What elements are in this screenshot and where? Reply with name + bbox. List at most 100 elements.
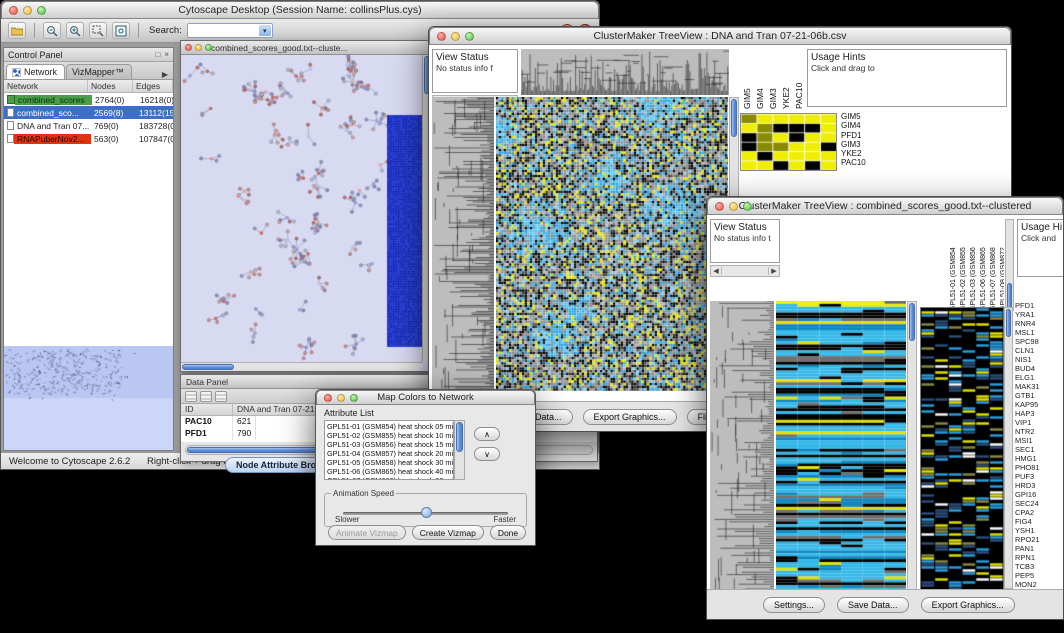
zoom-selected-icon[interactable] bbox=[89, 22, 107, 39]
column-edges[interactable]: Edges bbox=[133, 80, 173, 92]
search-dropdown-icon[interactable]: ▾ bbox=[259, 25, 271, 36]
network-name: combined_sco... bbox=[14, 108, 91, 118]
attribute-item[interactable]: GPL51-01 (GSM854) heat shock 05 min bbox=[327, 422, 451, 431]
move-down-button[interactable]: ∨ bbox=[474, 447, 500, 461]
network-view-titlebar[interactable]: combined_scores_good.txt--cluste... bbox=[181, 41, 431, 55]
usage-hints-title: Usage Hints bbox=[811, 52, 1003, 63]
scroll-right-icon[interactable]: ▶ bbox=[768, 267, 779, 275]
overview-row-labels: GIM5GIM4PFD1GIM3YKE2PAC10 bbox=[841, 112, 881, 172]
network-graph-canvas[interactable] bbox=[181, 55, 422, 364]
close-icon[interactable] bbox=[185, 44, 192, 51]
gene-list-scrollbar[interactable] bbox=[1004, 307, 1013, 589]
column-label: GPL51-02 (GSM855 bbox=[960, 219, 967, 311]
maximize-icon[interactable] bbox=[37, 6, 46, 15]
open-session-icon[interactable] bbox=[8, 22, 26, 39]
main-titlebar[interactable]: Cytoscape Desktop (Session Name: collins… bbox=[1, 1, 599, 19]
column-id[interactable]: ID bbox=[181, 404, 233, 415]
tab-vizmapper[interactable]: VizMapper™ bbox=[66, 64, 132, 79]
global-overview-heatmap[interactable] bbox=[740, 113, 837, 171]
slider-thumb[interactable] bbox=[421, 507, 432, 518]
close-icon[interactable] bbox=[324, 394, 332, 402]
network-color-swatch bbox=[7, 95, 15, 104]
gene-label: YRA1 bbox=[1015, 310, 1063, 319]
treeview-button[interactable]: Export Graphics... bbox=[583, 409, 677, 425]
move-up-button[interactable]: ∧ bbox=[474, 427, 500, 441]
column-label-scrollbar[interactable] bbox=[1005, 219, 1014, 311]
treeview-button[interactable]: Save Data... bbox=[837, 597, 909, 613]
close-icon[interactable] bbox=[9, 6, 18, 15]
column-nodes[interactable]: Nodes bbox=[88, 80, 133, 92]
treeview-button[interactable]: Settings... bbox=[763, 597, 825, 613]
zoom-out-icon[interactable] bbox=[43, 22, 61, 39]
animate-vizmap-button[interactable]: Animate Vizmap bbox=[328, 525, 406, 540]
select-attributes-icon[interactable] bbox=[185, 391, 197, 402]
expression-heatmap[interactable] bbox=[496, 97, 728, 391]
close-icon[interactable] bbox=[715, 202, 724, 211]
close-panel-icon[interactable]: × bbox=[164, 50, 169, 59]
attribute-list-scrollbar[interactable] bbox=[454, 420, 465, 480]
attribute-list[interactable]: GPL51-01 (GSM854) heat shock 05 minGPL51… bbox=[324, 420, 454, 480]
maximize-icon[interactable] bbox=[465, 32, 474, 41]
minimize-icon[interactable] bbox=[451, 32, 460, 41]
dialog-titlebar[interactable]: Map Colors to Network bbox=[316, 390, 535, 405]
dialog-button-bar: Animate Vizmap Create Vizmap Done bbox=[316, 525, 535, 540]
search-input[interactable]: ▾ bbox=[187, 23, 273, 38]
network-edges: 16218(0) bbox=[137, 95, 173, 105]
gene-label: CPA2 bbox=[1015, 508, 1063, 517]
animation-speed-label: Animation Speed bbox=[331, 489, 396, 498]
slower-label: Slower bbox=[335, 515, 359, 524]
minimize-icon[interactable] bbox=[195, 44, 202, 51]
gene-label: MSI1 bbox=[1015, 436, 1063, 445]
row-dendrogram[interactable] bbox=[432, 97, 494, 391]
attribute-item[interactable]: GPL51-06 (GSM865) heat shock 40 min bbox=[327, 467, 451, 476]
minimize-icon[interactable] bbox=[337, 394, 345, 402]
column-label: PAC10 bbox=[794, 49, 804, 109]
done-button[interactable]: Done bbox=[490, 525, 526, 540]
column-network[interactable]: Network bbox=[4, 80, 88, 92]
network-table-row[interactable]: RNAPuberNov2...563(0)107847(0) bbox=[4, 132, 173, 145]
treeview-combined-titlebar[interactable]: ClusterMaker TreeView : combined_scores_… bbox=[707, 197, 1063, 215]
maximize-icon[interactable] bbox=[205, 44, 212, 51]
attribute-item[interactable]: GPL51-05 (GSM858) heat shock 30 min bbox=[327, 458, 451, 467]
tab-network[interactable]: Network bbox=[6, 64, 65, 79]
scroll-left-icon[interactable]: ◀ bbox=[711, 267, 722, 275]
create-vizmap-button[interactable]: Create Vizmap bbox=[412, 525, 484, 540]
network-table-row[interactable]: combined_sco...2569(8)13112(15) bbox=[4, 106, 173, 119]
expression-heatmap[interactable] bbox=[776, 301, 906, 591]
gene-label: PUF3 bbox=[1015, 472, 1063, 481]
zoom-in-icon[interactable] bbox=[66, 22, 84, 39]
close-icon[interactable] bbox=[437, 32, 446, 41]
column-dendrogram[interactable] bbox=[521, 49, 729, 95]
status-scrollbar[interactable]: ◀ ▶ bbox=[710, 265, 780, 277]
treeview-button[interactable]: Export Graphics... bbox=[921, 597, 1015, 613]
network-overview-thumbnail[interactable] bbox=[4, 346, 173, 450]
column-label: GIM5 bbox=[742, 49, 752, 109]
attribute-item[interactable]: GPL51-07 (GSM868) heat shock 60 min bbox=[327, 476, 451, 480]
row-dendrogram[interactable] bbox=[710, 301, 774, 591]
secondary-heatmap[interactable] bbox=[920, 307, 1004, 591]
gene-label: ELG1 bbox=[1015, 373, 1063, 382]
treeview-dna-titlebar[interactable]: ClusterMaker TreeView : DNA and Tran 07-… bbox=[429, 27, 1011, 45]
maximize-icon[interactable] bbox=[743, 202, 752, 211]
delete-attribute-icon[interactable] bbox=[215, 391, 227, 402]
attribute-item[interactable]: GPL51-02 (GSM855) heat shock 10 min bbox=[327, 431, 451, 440]
attribute-item[interactable]: GPL51-04 (GSM857) heat shock 20 min bbox=[327, 449, 451, 458]
window-controls bbox=[2, 6, 46, 15]
float-panel-icon[interactable]: □ bbox=[155, 50, 160, 59]
network-nodes: 769(0) bbox=[91, 121, 136, 131]
network-table-row[interactable]: combined_scores2764(0)16218(0) bbox=[4, 93, 173, 106]
minimize-icon[interactable] bbox=[23, 6, 32, 15]
maximize-icon[interactable] bbox=[350, 394, 358, 402]
zoom-fit-icon[interactable] bbox=[112, 22, 130, 39]
tab-overflow-icon[interactable]: ▶ bbox=[162, 70, 171, 79]
control-panel-title: Control Panel bbox=[8, 50, 63, 60]
horizontal-scrollbar[interactable] bbox=[181, 362, 422, 371]
create-attribute-icon[interactable] bbox=[200, 391, 212, 402]
minimize-icon[interactable] bbox=[729, 202, 738, 211]
animation-speed-slider[interactable] bbox=[343, 506, 508, 520]
network-table-row[interactable]: DNA and Tran 07...769(0)183728(0) bbox=[4, 119, 173, 132]
vertical-scrollbar[interactable] bbox=[907, 301, 917, 591]
gene-label: VIP1 bbox=[1015, 418, 1063, 427]
attribute-item[interactable]: GPL51-03 (GSM856) heat shock 15 min bbox=[327, 440, 451, 449]
column-label: GIM3 bbox=[768, 49, 778, 109]
